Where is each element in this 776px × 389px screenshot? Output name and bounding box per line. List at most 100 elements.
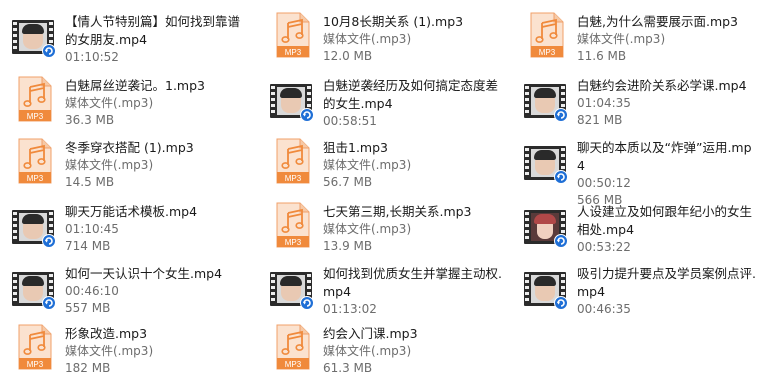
video-duration: 01:10:45 — [65, 222, 119, 236]
file-name: 聊天万能话术模板.mp4 — [65, 204, 198, 219]
file-size: 56.7 MB — [323, 175, 373, 189]
svg-text:MP3: MP3 — [539, 48, 556, 57]
file-item[interactable]: MP3 形象改造.mp3 媒体文件(.mp3) 182 MB — [0, 318, 250, 380]
file-name: 10月8长期关系 (1).mp3 — [323, 14, 464, 29]
svg-text:MP3: MP3 — [27, 360, 44, 369]
video-duration: 00:58:51 — [323, 114, 377, 128]
file-name: 白魅约会进阶关系必学课.mp4 — [577, 78, 747, 93]
file-name: 【情人节特别篇】如何找到靠谱的女朋友.mp4 — [65, 14, 241, 47]
mp3-file-icon: MP3 — [12, 138, 56, 188]
file-item[interactable]: 聊天的本质以及“炸弹”运用.mp4 00:50:12 566 MB — [512, 132, 762, 207]
svg-text:MP3: MP3 — [285, 174, 302, 183]
file-size: 61.3 MB — [323, 361, 373, 375]
video-thumbnail-icon — [12, 202, 56, 252]
mp3-file-icon: MP3 — [270, 138, 314, 188]
file-item[interactable]: MP3 白魅屌丝逆袭记。1.mp3 媒体文件(.mp3) 36.3 MB — [0, 70, 250, 132]
file-info: 狙击1.mp3 媒体文件(.mp3) 56.7 MB — [323, 139, 505, 191]
file-name: 如何一天认识十个女生.mp4 — [65, 266, 223, 281]
file-size: 557 MB — [65, 301, 111, 315]
video-duration: 01:13:02 — [323, 302, 377, 316]
video-duration: 00:46:10 — [65, 284, 119, 298]
mp3-file-icon: MP3 — [12, 76, 56, 126]
file-info: 吸引力提升要点及学员案例点评.mp4 00:46:35 — [577, 265, 759, 318]
svg-text:MP3: MP3 — [285, 48, 302, 57]
file-type-label: 媒体文件(.mp3) — [323, 344, 412, 358]
file-info: 约会入门课.mp3 媒体文件(.mp3) 61.3 MB — [323, 325, 505, 377]
svg-text:MP3: MP3 — [27, 174, 44, 183]
file-info: 【情人节特别篇】如何找到靠谱的女朋友.mp4 01:10:52 — [65, 13, 247, 66]
file-item[interactable]: 如何找到优质女生并掌握主动权.mp4 01:13:02 — [258, 258, 508, 320]
file-grid: 【情人节特别篇】如何找到靠谱的女朋友.mp4 01:10:52 MP3 10月8长期关… — [0, 0, 776, 389]
music-note-icon: MP3 — [18, 324, 52, 370]
file-item[interactable]: 【情人节特别篇】如何找到靠谱的女朋友.mp4 01:10:52 — [0, 6, 250, 68]
file-info: 白魅约会进阶关系必学课.mp4 01:04:35 821 MB — [577, 77, 759, 129]
file-item[interactable]: 白魅约会进阶关系必学课.mp4 01:04:35 821 MB — [512, 70, 762, 132]
file-item[interactable]: 吸引力提升要点及学员案例点评.mp4 00:46:35 — [512, 258, 762, 320]
file-item[interactable]: 聊天万能话术模板.mp4 01:10:45 714 MB — [0, 196, 250, 258]
file-info: 如何一天认识十个女生.mp4 00:46:10 557 MB — [65, 265, 247, 317]
file-item[interactable]: MP3 冬季穿衣搭配 (1).mp3 媒体文件(.mp3) 14.5 MB — [0, 132, 250, 194]
file-size: 821 MB — [577, 113, 623, 127]
file-size: 36.3 MB — [65, 113, 115, 127]
file-info: 如何找到优质女生并掌握主动权.mp4 01:13:02 — [323, 265, 505, 318]
video-thumbnail-icon — [270, 264, 314, 314]
file-name: 白魅逆袭经历及如何搞定态度差的女生.mp4 — [323, 78, 499, 111]
video-duration: 00:53:22 — [577, 240, 631, 254]
file-item[interactable]: MP3 狙击1.mp3 媒体文件(.mp3) 56.7 MB — [258, 132, 508, 194]
file-size: 14.5 MB — [65, 175, 115, 189]
file-item[interactable]: 白魅逆袭经历及如何搞定态度差的女生.mp4 00:58:51 — [258, 70, 508, 132]
svg-text:MP3: MP3 — [285, 238, 302, 247]
file-info: 聊天万能话术模板.mp4 01:10:45 714 MB — [65, 203, 247, 255]
play-badge-icon — [554, 296, 568, 310]
video-duration: 00:46:35 — [577, 302, 631, 316]
mp3-file-icon: MP3 — [270, 324, 314, 374]
file-item[interactable]: 人设建立及如何跟年纪小的女生相处.mp4 00:53:22 — [512, 196, 762, 258]
play-badge-icon — [42, 44, 56, 58]
music-note-icon: MP3 — [530, 12, 564, 58]
file-name: 狙击1.mp3 — [323, 140, 388, 155]
file-name: 人设建立及如何跟年纪小的女生相处.mp4 — [577, 204, 753, 237]
play-badge-icon — [42, 296, 56, 310]
file-item[interactable]: 如何一天认识十个女生.mp4 00:46:10 557 MB — [0, 258, 250, 320]
video-thumbnail-icon — [270, 76, 314, 126]
file-info: 人设建立及如何跟年纪小的女生相处.mp4 00:53:22 — [577, 203, 759, 256]
file-size: 11.6 MB — [577, 49, 627, 63]
file-item[interactable]: MP3 七天第三期,长期关系.mp3 媒体文件(.mp3) 13.9 MB — [258, 196, 508, 258]
play-badge-icon — [42, 234, 56, 248]
video-thumbnail-icon — [12, 12, 56, 62]
file-item[interactable]: MP3 白魅,为什么需要展示面.mp3 媒体文件(.mp3) 11.6 MB — [512, 6, 762, 68]
file-info: 白魅屌丝逆袭记。1.mp3 媒体文件(.mp3) 36.3 MB — [65, 77, 247, 129]
video-thumbnail-icon — [12, 264, 56, 314]
mp3-file-icon: MP3 — [12, 324, 56, 374]
mp3-file-icon: MP3 — [270, 12, 314, 62]
play-badge-icon — [554, 170, 568, 184]
music-note-icon: MP3 — [276, 138, 310, 184]
file-info: 白魅,为什么需要展示面.mp3 媒体文件(.mp3) 11.6 MB — [577, 13, 759, 65]
svg-text:MP3: MP3 — [27, 112, 44, 121]
file-item[interactable]: MP3 10月8长期关系 (1).mp3 媒体文件(.mp3) 12.0 MB — [258, 6, 508, 68]
file-name: 约会入门课.mp3 — [323, 326, 418, 341]
file-type-label: 媒体文件(.mp3) — [323, 32, 412, 46]
file-size: 182 MB — [65, 361, 111, 375]
music-note-icon: MP3 — [18, 76, 52, 122]
file-info: 冬季穿衣搭配 (1).mp3 媒体文件(.mp3) 14.5 MB — [65, 139, 247, 191]
file-size: 13.9 MB — [323, 239, 373, 253]
file-name: 吸引力提升要点及学员案例点评.mp4 — [577, 266, 756, 299]
video-duration: 00:50:12 — [577, 176, 631, 190]
file-type-label: 媒体文件(.mp3) — [577, 32, 666, 46]
play-badge-icon — [554, 108, 568, 122]
file-name: 冬季穿衣搭配 (1).mp3 — [65, 140, 194, 155]
music-note-icon: MP3 — [276, 202, 310, 248]
file-name: 形象改造.mp3 — [65, 326, 148, 341]
play-badge-icon — [554, 234, 568, 248]
play-badge-icon — [300, 108, 314, 122]
play-badge-icon — [300, 296, 314, 310]
file-type-label: 媒体文件(.mp3) — [65, 158, 154, 172]
file-name: 聊天的本质以及“炸弹”运用.mp4 — [577, 140, 752, 173]
file-item[interactable]: MP3 约会入门课.mp3 媒体文件(.mp3) 61.3 MB — [258, 318, 508, 380]
file-info: 七天第三期,长期关系.mp3 媒体文件(.mp3) 13.9 MB — [323, 203, 505, 255]
file-info: 10月8长期关系 (1).mp3 媒体文件(.mp3) 12.0 MB — [323, 13, 505, 65]
music-note-icon: MP3 — [18, 138, 52, 184]
file-name: 白魅屌丝逆袭记。1.mp3 — [65, 78, 205, 93]
video-thumbnail-icon — [524, 264, 568, 314]
